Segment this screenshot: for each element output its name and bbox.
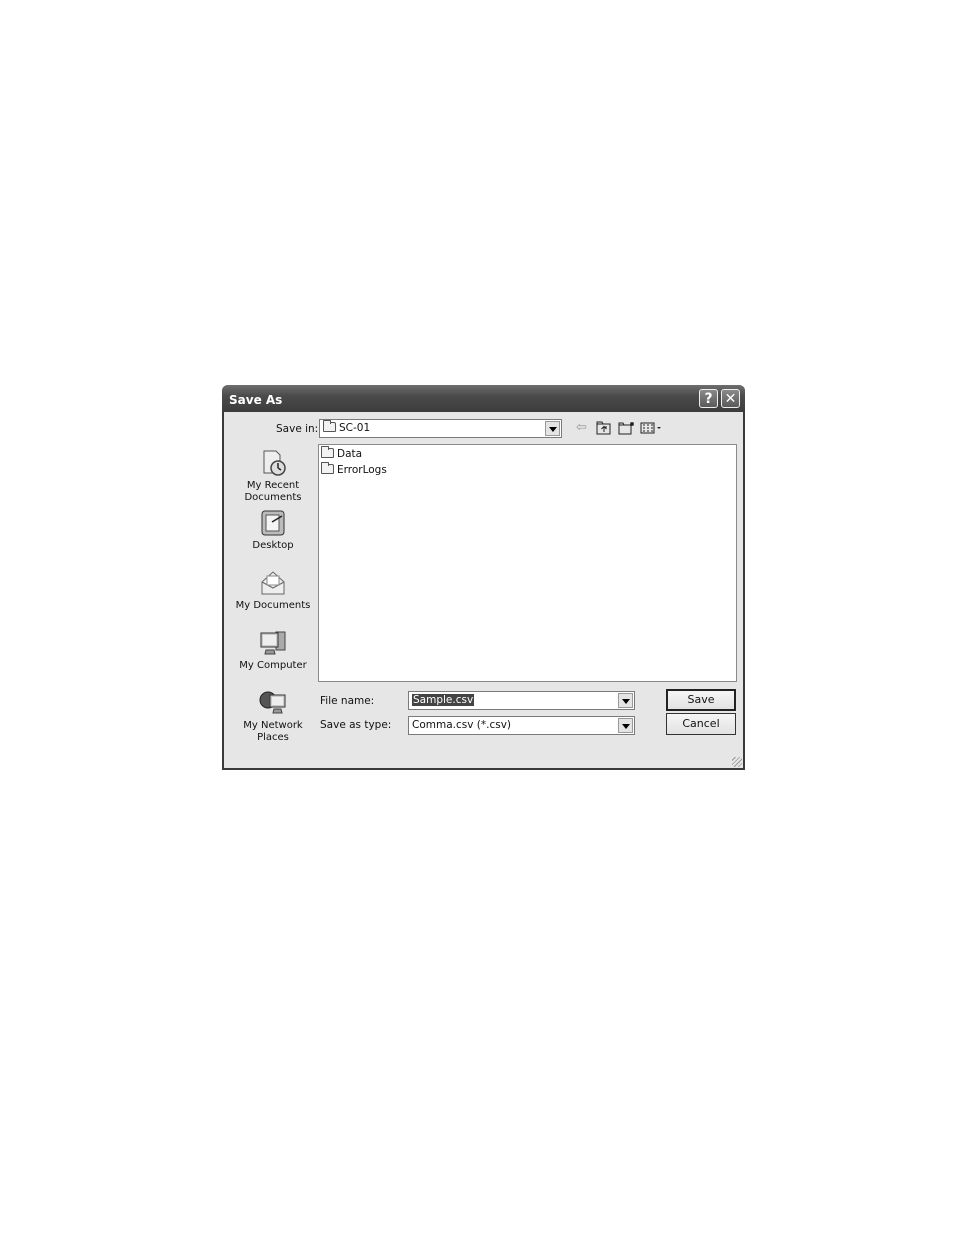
save-as-type-dropdown[interactable]: Comma.csv (*.csv) (408, 716, 635, 735)
file-name-input[interactable]: Sample.csv (408, 691, 635, 710)
place-label: My Computer (239, 660, 307, 671)
back-arrow-icon[interactable]: ⇦ (576, 421, 587, 435)
title-bar[interactable]: Save As ? ✕ (222, 385, 745, 412)
file-name-value: Sample.csv (412, 694, 475, 706)
save-in-value: SC-01 (339, 422, 371, 434)
place-label: My Documents (235, 600, 311, 611)
my-computer-icon (258, 628, 288, 658)
save-in-dropdown[interactable]: SC-01 (319, 419, 562, 438)
folder-icon (321, 462, 334, 474)
close-button[interactable]: ✕ (721, 389, 740, 408)
save-as-dialog: Save As ? ✕ Save in: SC-01 ⇦ My Recent D… (222, 385, 745, 770)
help-button[interactable]: ? (699, 389, 718, 408)
save-button[interactable]: Save (666, 689, 736, 711)
cancel-button[interactable]: Cancel (666, 713, 736, 735)
place-label: Desktop (252, 540, 294, 551)
place-desktop[interactable]: Desktop (229, 508, 317, 552)
up-one-level-icon[interactable] (596, 421, 612, 435)
chevron-down-icon[interactable] (618, 718, 633, 733)
recent-documents-icon (258, 448, 288, 478)
place-my-documents[interactable]: My Documents (229, 568, 317, 612)
network-places-icon (258, 688, 288, 718)
folder-icon (323, 420, 336, 432)
place-my-network-places[interactable]: My Network Places (229, 688, 317, 744)
place-label: Places (257, 732, 289, 743)
places-bar: My Recent Documents Desktop My Documents… (229, 442, 317, 747)
file-name: ErrorLogs (337, 464, 387, 476)
place-my-recent-documents[interactable]: My Recent Documents (229, 448, 317, 504)
desktop-icon (258, 508, 288, 538)
chevron-down-icon[interactable] (618, 693, 633, 708)
save-in-label: Save in: (276, 423, 319, 435)
place-my-computer[interactable]: My Computer (229, 628, 317, 672)
file-name: Data (337, 448, 363, 460)
new-folder-icon[interactable] (618, 421, 636, 435)
place-label: My Recent (246, 480, 300, 491)
my-documents-icon (258, 568, 288, 598)
close-icon: ✕ (724, 391, 737, 407)
help-icon: ? (704, 391, 713, 407)
file-list[interactable]: Data ErrorLogs (318, 444, 737, 682)
folder-icon (321, 446, 334, 458)
dialog-title: Save As (229, 393, 283, 407)
resize-grip[interactable] (732, 757, 742, 767)
place-label: My Network (243, 720, 303, 731)
views-menu-icon[interactable] (640, 421, 664, 435)
chevron-down-icon[interactable] (545, 421, 560, 436)
save-as-type-value: Comma.csv (*.csv) (412, 719, 512, 731)
place-label: Documents (244, 492, 302, 503)
file-name-label: File name: (320, 695, 375, 707)
list-item[interactable]: Data (321, 446, 363, 460)
list-item[interactable]: ErrorLogs (321, 462, 387, 476)
save-as-type-label: Save as type: (320, 719, 392, 731)
